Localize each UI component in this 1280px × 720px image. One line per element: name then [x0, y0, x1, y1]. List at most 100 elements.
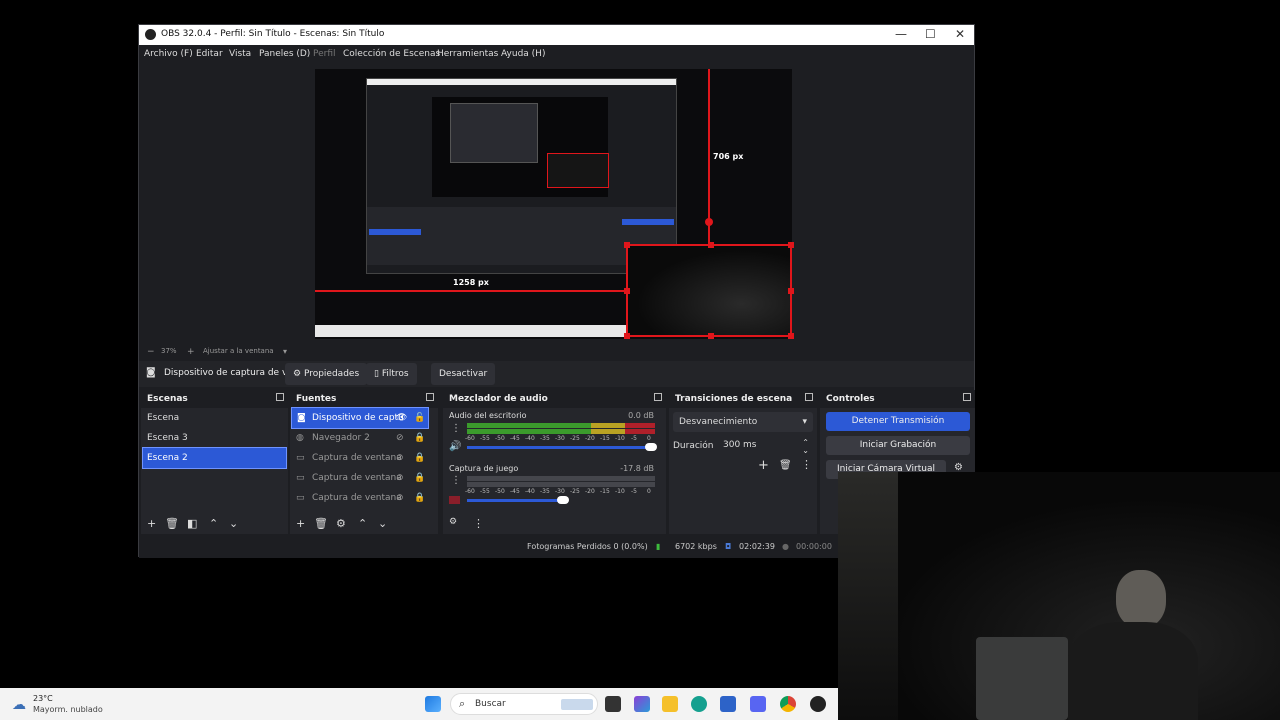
scene-item[interactable]: Escena: [141, 408, 288, 428]
duration-value: 300 ms: [723, 440, 757, 450]
menu-coleccion-escenas[interactable]: Colección de Escenas: [343, 49, 440, 59]
selected-source-webcam[interactable]: [624, 242, 794, 339]
menu-editar[interactable]: Editar: [196, 49, 223, 59]
channel-name: Captura de juego: [449, 464, 519, 473]
move-up-icon[interactable]: ⌃: [358, 517, 367, 530]
eye-hidden-icon[interactable]: ⊘: [396, 488, 404, 508]
windows-start-icon[interactable]: [425, 696, 441, 712]
add-icon[interactable]: +: [296, 517, 305, 530]
copilot-icon[interactable]: [634, 696, 650, 712]
resize-handle[interactable]: [624, 242, 630, 248]
lock-icon[interactable]: 🔒: [414, 448, 425, 468]
zoom-in-button[interactable]: +: [187, 347, 195, 357]
menu-archivo[interactable]: Archivo (F): [144, 49, 193, 59]
undock-icon[interactable]: [963, 393, 971, 401]
filters-icon[interactable]: ◧: [187, 517, 197, 530]
source-item[interactable]: ▭ Captura de ventana ⊘ 🔒: [290, 468, 438, 488]
minimize-button[interactable]: —: [895, 27, 907, 41]
undock-icon[interactable]: [276, 393, 284, 401]
eye-hidden-icon[interactable]: ⊘: [396, 448, 404, 468]
volume-slider-handle[interactable]: [557, 496, 569, 504]
scale-tick: -35: [540, 435, 550, 442]
guide-handle[interactable]: [705, 218, 713, 226]
chrome-icon[interactable]: [780, 696, 796, 712]
search-box[interactable]: ⌕ Buscar: [450, 693, 598, 715]
move-down-icon[interactable]: ⌄: [378, 517, 387, 530]
menu-herramientas[interactable]: Herramientas: [437, 49, 498, 59]
close-button[interactable]: ✕: [955, 27, 965, 41]
preview-canvas[interactable]: 1258 px 706 px: [315, 69, 794, 339]
chevron-down-icon[interactable]: ▾: [283, 347, 287, 356]
source-item[interactable]: ▭ Captura de ventana ⊘ 🔒: [290, 488, 438, 508]
more-options-icon[interactable]: ⋮: [451, 475, 461, 486]
trash-icon[interactable]: 🗑: [779, 460, 792, 471]
maximize-button[interactable]: ☐: [925, 27, 936, 41]
deactivate-button[interactable]: Desactivar: [431, 363, 496, 385]
eye-hidden-icon[interactable]: ⊘: [396, 468, 404, 488]
eye-icon[interactable]: 👁: [396, 408, 407, 428]
discord-icon[interactable]: [750, 696, 766, 712]
more-options-icon[interactable]: ⋮: [473, 517, 484, 530]
weather-icon[interactable]: ☁: [12, 697, 26, 713]
mute-icon[interactable]: [449, 496, 460, 504]
resize-handle[interactable]: [788, 333, 794, 339]
undock-icon[interactable]: [654, 393, 662, 401]
transition-select[interactable]: Desvanecimiento ▾: [673, 412, 813, 432]
obs-taskbar-icon[interactable]: [810, 696, 826, 712]
scale-tick: -60: [465, 435, 475, 442]
stop-stream-button[interactable]: Detener Transmisión: [826, 412, 970, 431]
lock-icon[interactable]: 🔒: [414, 428, 425, 448]
advanced-audio-icon[interactable]: ⚙: [449, 517, 457, 527]
start-recording-button[interactable]: Iniciar Grabación: [826, 436, 970, 455]
move-up-icon[interactable]: ⌃: [209, 517, 218, 530]
preview-area[interactable]: 1258 px 706 px: [141, 63, 961, 345]
menu-ayuda[interactable]: Ayuda (H): [501, 49, 545, 59]
move-down-icon[interactable]: ⌄: [229, 517, 238, 530]
add-icon[interactable]: +: [758, 458, 769, 473]
volume-slider[interactable]: [467, 446, 655, 449]
filters-button[interactable]: ▯ Filtros: [366, 363, 417, 385]
store-icon[interactable]: [720, 696, 736, 712]
duration-input[interactable]: 300 ms ⌃ ⌄: [719, 436, 813, 455]
zoom-fit-select[interactable]: Ajustar a la ventana: [203, 347, 274, 355]
speaker-icon[interactable]: 🔊: [449, 441, 461, 452]
undock-icon[interactable]: [805, 393, 813, 401]
scene-item-selected[interactable]: Escena 2: [142, 447, 287, 469]
trash-icon[interactable]: 🗑: [165, 517, 179, 530]
lock-icon[interactable]: 🔒: [414, 468, 425, 488]
trash-icon[interactable]: 🗑: [314, 517, 328, 530]
scale-tick: -55: [480, 488, 490, 495]
eye-hidden-icon[interactable]: ⊘: [396, 428, 404, 448]
add-icon[interactable]: +: [147, 517, 156, 530]
menu-vista[interactable]: Vista: [229, 49, 251, 59]
undock-icon[interactable]: [426, 393, 434, 401]
more-options-icon[interactable]: ⋮: [801, 458, 812, 471]
gear-icon: ⚙: [293, 369, 304, 379]
menu-paneles[interactable]: Paneles (D): [259, 49, 310, 59]
resize-handle[interactable]: [708, 333, 714, 339]
volume-slider[interactable]: [467, 499, 567, 502]
resize-handle[interactable]: [708, 242, 714, 248]
source-item[interactable]: ▭ Captura de ventana ⊘ 🔒: [290, 448, 438, 468]
lock-icon[interactable]: 🔒: [414, 488, 425, 508]
source-label: Captura de ventana: [312, 453, 402, 463]
edge-icon[interactable]: [691, 696, 707, 712]
gear-icon[interactable]: ⚙: [336, 517, 346, 530]
resize-handle[interactable]: [624, 333, 630, 339]
file-explorer-icon[interactable]: [662, 696, 678, 712]
resize-handle[interactable]: [624, 288, 630, 294]
resize-handle[interactable]: [788, 242, 794, 248]
resize-handle[interactable]: [788, 288, 794, 294]
more-options-icon[interactable]: ⋮: [451, 423, 461, 434]
lock-icon[interactable]: 🔓: [414, 408, 425, 428]
menu-perfil[interactable]: Perfil: [313, 49, 336, 59]
sources-dock: Fuentes ◙ Dispositivo de captu 👁 🔓 ◍ Nav…: [290, 390, 438, 534]
source-item-selected[interactable]: ◙ Dispositivo de captu 👁 🔓: [291, 407, 429, 429]
zoom-out-button[interactable]: −: [147, 347, 155, 357]
scene-item[interactable]: Escena 3: [141, 428, 288, 448]
task-view-icon[interactable]: [605, 696, 621, 712]
properties-button[interactable]: ⚙ Propiedades: [285, 363, 368, 385]
source-item[interactable]: ◍ Navegador 2 ⊘ 🔒: [290, 428, 438, 448]
volume-slider-handle[interactable]: [645, 443, 657, 451]
transitions-title: Transiciones de escena: [675, 394, 793, 404]
